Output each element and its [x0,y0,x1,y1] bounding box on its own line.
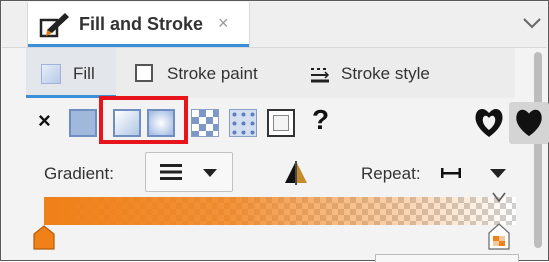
gradient-end-marker-icon [492,192,506,203]
stroke-square-icon[interactable] [135,64,153,82]
fill-and-stroke-panel: Fill and Stroke × Fill Stroke paint Stro… [0,0,549,262]
tab-stroke-paint[interactable]: Stroke paint [167,64,258,84]
gradient-list-icon [160,164,182,180]
fill-square-icon [41,64,61,84]
tab-fill[interactable]: Fill [26,48,116,98]
active-tab-indicator [28,44,249,47]
dock-tab-bar: Fill and Stroke × [2,2,547,48]
fill-rule-nonzero-icon [516,109,542,137]
fill-and-stroke-tab[interactable]: Fill and Stroke × [27,2,250,47]
gradient-stop-end-icon[interactable] [487,223,511,251]
gradient-row: Gradient: Repeat: [26,152,526,194]
gradient-fill [44,197,516,225]
chevron-down-icon[interactable] [521,14,543,32]
swatch-button[interactable] [267,109,295,137]
tab-stroke-style[interactable]: Stroke style [341,64,430,84]
fill-rule-evenodd-icon[interactable] [472,105,506,141]
dropdown-caret-icon [203,169,217,177]
fill-stroke-brush-icon [39,13,69,38]
repeat-none-icon [441,168,461,178]
tab-title: Fill and Stroke [79,14,204,34]
repeat-label: Repeat: [361,164,421,183]
scrollbar-thumb[interactable] [534,52,542,248]
gradient-stop-start-icon[interactable] [32,225,56,251]
vertical-scrollbar[interactable] [530,48,546,260]
mesh-gradient-button[interactable] [191,109,219,137]
no-paint-button[interactable]: × [38,108,51,134]
reverse-gradient-icon[interactable] [283,161,309,185]
gradient-select[interactable] [145,152,233,192]
unset-paint-button[interactable]: ? [312,104,329,136]
pattern-button[interactable] [229,109,257,137]
flat-color-button[interactable] [69,109,97,137]
fill-stroke-subtabs: Fill Stroke paint Stroke style [26,48,515,98]
gradient-buttons-highlight [99,96,188,144]
gradient-label: Gradient: [44,164,114,183]
repeat-dropdown-icon[interactable] [490,169,506,178]
stroke-style-icon[interactable] [307,62,333,86]
tab-fill-label: Fill [73,64,95,83]
fill-rule-nonzero-button[interactable] [509,102,549,144]
gradient-preview[interactable] [44,197,516,225]
close-icon[interactable]: × [218,13,229,34]
